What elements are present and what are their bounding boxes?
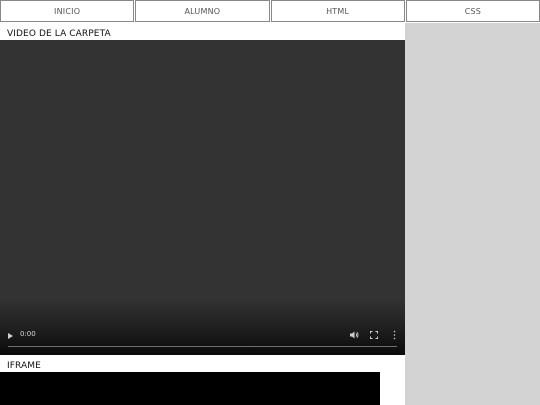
embedded-iframe[interactable] bbox=[0, 372, 380, 405]
video-section-title: VIDEO DE LA CARPETA bbox=[7, 29, 111, 39]
iframe-section-title: IFRAME bbox=[7, 361, 41, 371]
nav-item-css[interactable]: CSS bbox=[405, 0, 540, 22]
video-current-time: 0:00 bbox=[20, 330, 36, 338]
nav-item-html[interactable]: HTML bbox=[270, 0, 405, 22]
nav-item-alumno[interactable]: ALUMNO bbox=[135, 0, 270, 22]
main-content: VIDEO DE LA CARPETA 0:00 IFRAME bbox=[0, 23, 405, 405]
video-player[interactable]: 0:00 bbox=[0, 40, 405, 355]
top-nav: INICIO ALUMNO HTML CSS bbox=[0, 0, 540, 23]
video-progress-bar[interactable] bbox=[8, 346, 397, 347]
play-icon[interactable] bbox=[8, 333, 13, 339]
volume-icon[interactable] bbox=[349, 330, 359, 340]
fullscreen-icon[interactable] bbox=[370, 331, 378, 339]
page: INICIO ALUMNO HTML CSS VIDEO DE LA CARPE… bbox=[0, 0, 540, 405]
sidebar bbox=[405, 23, 540, 405]
more-options-icon[interactable] bbox=[393, 330, 396, 340]
nav-item-inicio[interactable]: INICIO bbox=[0, 0, 135, 22]
video-controls: 0:00 bbox=[0, 325, 405, 355]
